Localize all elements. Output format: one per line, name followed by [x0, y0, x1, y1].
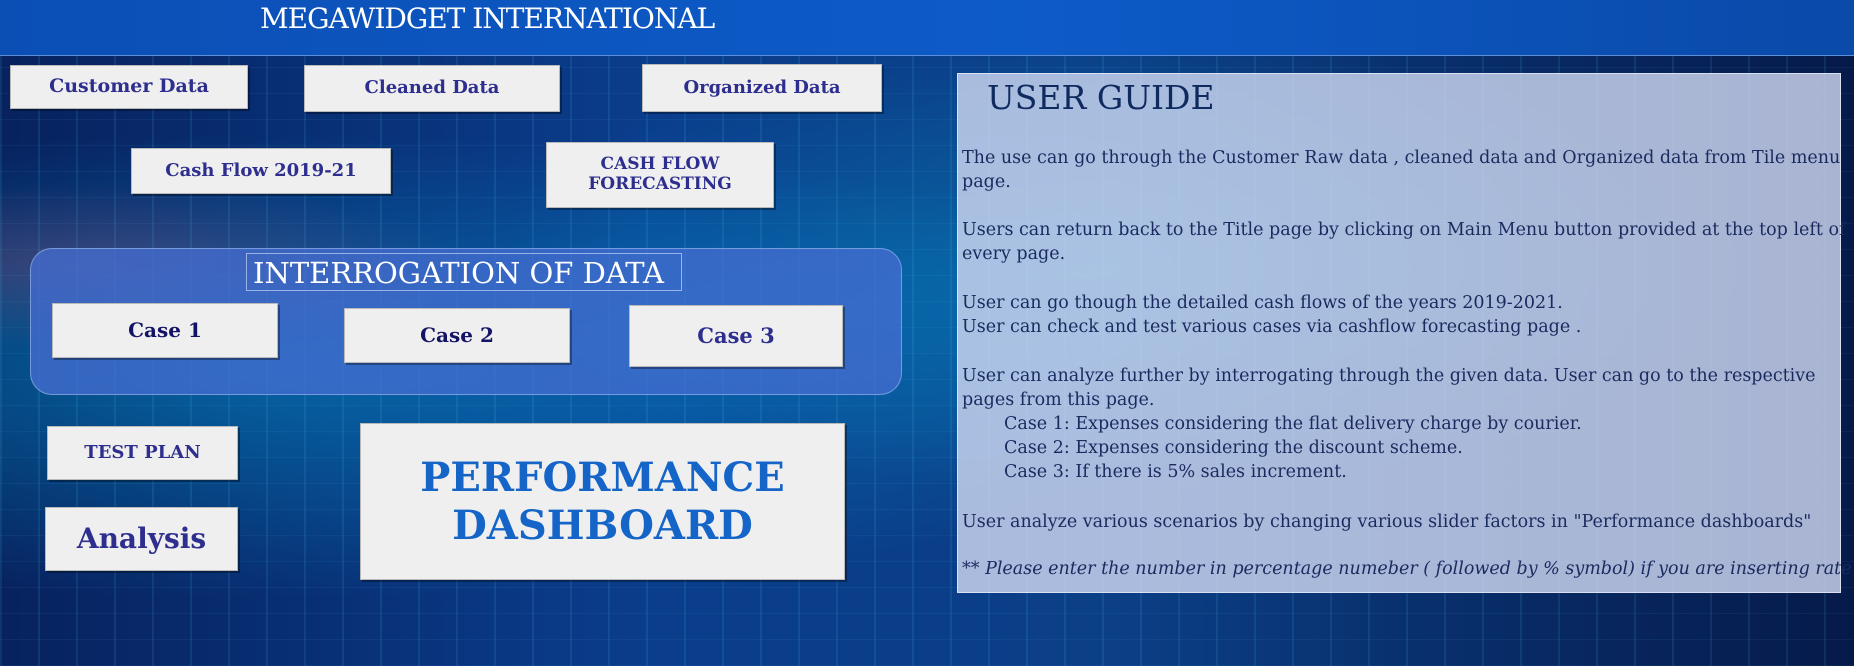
cash-flow-label: Cash Flow 2019-21 [165, 159, 357, 181]
customer-data-button[interactable]: Customer Data [10, 65, 248, 109]
cash-flow-forecasting-button[interactable]: CASH FLOW FORECASTING [546, 142, 774, 208]
test-plan-label: TEST PLAN [84, 441, 201, 463]
case-3-button[interactable]: Case 3 [629, 305, 843, 367]
guide-paragraph-4: User can analyze further by interrogatin… [962, 364, 1837, 484]
guide-line: pages from this page. [962, 390, 1155, 410]
guide-case-1: Case 1: Expenses considering the flat de… [1004, 414, 1582, 434]
organized-data-label: Organized Data [683, 76, 841, 98]
cleaned-data-button[interactable]: Cleaned Data [304, 65, 560, 112]
header-bar: MEGAWIDGET INTERNATIONAL [0, 0, 1854, 56]
guide-case-2: Case 2: Expenses considering the discoun… [1004, 438, 1463, 458]
case-1-button[interactable]: Case 1 [52, 303, 278, 358]
performance-dashboard-label: PERFORMANCE DASHBOARD [420, 453, 785, 549]
analysis-label: Analysis [76, 521, 207, 555]
app-title: MEGAWIDGET INTERNATIONAL [260, 2, 715, 35]
guide-line: page. [962, 172, 1011, 192]
analysis-button[interactable]: Analysis [45, 507, 238, 571]
guide-case-3: Case 3: If there is 5% sales increment. [1004, 462, 1347, 482]
case-2-label: Case 2 [420, 323, 494, 347]
user-guide-title: USER GUIDE [987, 78, 1215, 117]
test-plan-button[interactable]: TEST PLAN [47, 426, 238, 480]
guide-line: User analyze various scenarios by changi… [962, 512, 1812, 532]
case-1-label: Case 1 [128, 318, 202, 342]
guide-line: Users can return back to the Title page … [962, 220, 1846, 240]
case-2-button[interactable]: Case 2 [344, 308, 570, 363]
cash-flow-button[interactable]: Cash Flow 2019-21 [131, 148, 391, 194]
performance-dashboard-button[interactable]: PERFORMANCE DASHBOARD [360, 423, 845, 580]
guide-paragraph-3: User can go though the detailed cash flo… [962, 291, 1837, 339]
guide-paragraph-1: The use can go through the Customer Raw … [962, 146, 1841, 194]
customer-data-label: Customer Data [49, 75, 209, 98]
guide-line: User can analyze further by interrogatin… [962, 366, 1816, 386]
guide-line: every page. [962, 244, 1066, 264]
cash-flow-forecasting-label: CASH FLOW FORECASTING [588, 154, 732, 194]
case-3-label: Case 3 [697, 322, 775, 348]
cleaned-data-label: Cleaned Data [364, 77, 500, 99]
guide-line: The use can go through the Customer Raw … [962, 148, 1841, 168]
guide-note: ** Please enter the number in percentage… [962, 557, 1852, 581]
interrogation-title: INTERROGATION OF DATA [246, 253, 682, 291]
guide-paragraph-2: Users can return back to the Title page … [962, 218, 1846, 266]
guide-paragraph-5: User analyze various scenarios by changi… [962, 510, 1837, 534]
organized-data-button[interactable]: Organized Data [642, 64, 882, 112]
guide-line: User can go though the detailed cash flo… [962, 293, 1563, 313]
guide-line: User can check and test various cases vi… [962, 317, 1582, 337]
guide-note-line: ** Please enter the number in percentage… [962, 559, 1852, 579]
